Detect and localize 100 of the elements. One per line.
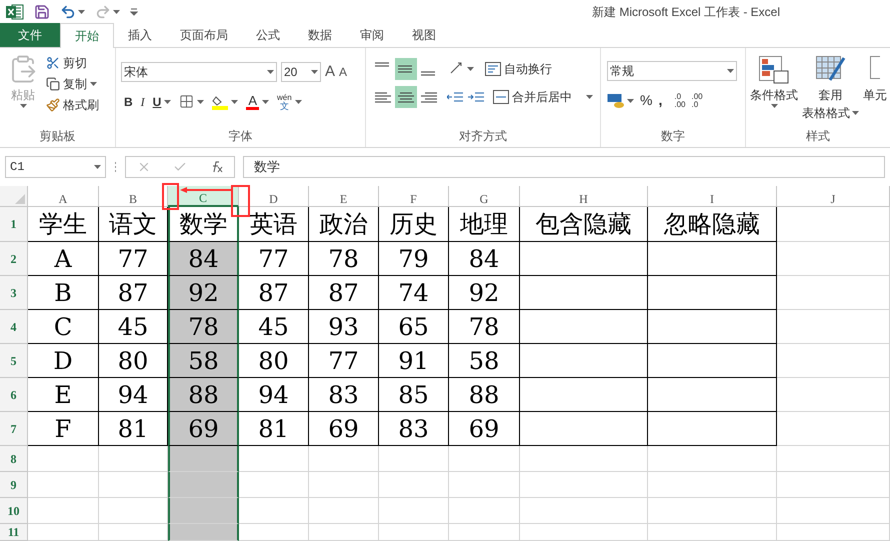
font-size-field[interactable]: 20	[281, 62, 321, 82]
table-cell: 数学	[168, 207, 239, 242]
table-cell: 78	[168, 310, 239, 344]
decrease-decimal-button[interactable]: .00 .0	[691, 92, 703, 108]
column-header[interactable]: D	[239, 186, 309, 207]
table-cell: 历史	[379, 207, 449, 242]
font-color-button[interactable]: A	[246, 94, 260, 110]
increase-indent-icon[interactable]	[468, 91, 484, 103]
number-format-field[interactable]: 常规	[607, 61, 737, 81]
row-header[interactable]: 10	[0, 498, 28, 524]
align-lines-icon	[398, 92, 414, 102]
ribbon-tab[interactable]: 审阅	[346, 23, 398, 47]
table-cell: D	[28, 344, 99, 378]
percent-button[interactable]: %	[640, 90, 652, 111]
align-lines-icon	[421, 92, 437, 102]
bold-button[interactable]: B	[124, 92, 133, 110]
copy-button[interactable]: 复制	[46, 75, 99, 93]
dropdown-caret-icon	[262, 100, 270, 104]
table-cell: A	[28, 242, 99, 276]
grow-font-button[interactable]: A	[325, 61, 336, 84]
conditional-format-button[interactable]: 条件格式	[750, 56, 798, 122]
row-header[interactable]: 6	[0, 378, 28, 412]
table-cell: 58	[449, 344, 520, 378]
align-center-button[interactable]	[395, 86, 417, 108]
formula-field[interactable]: 数学	[243, 156, 885, 178]
shrink-font-button[interactable]: A	[339, 63, 348, 82]
row-header[interactable]: 1	[0, 207, 28, 242]
dropdown-caret-icon	[852, 111, 859, 115]
column-header[interactable]: I	[648, 186, 777, 207]
table-cell: 语文	[99, 207, 168, 242]
name-box[interactable]: C1	[5, 156, 106, 178]
table-cell: 85	[379, 378, 449, 412]
customize-toolbar-icon[interactable]	[130, 8, 138, 16]
highlight-frame	[162, 183, 179, 210]
middle-align-button[interactable]	[395, 58, 417, 80]
column-header[interactable]: F	[379, 186, 449, 207]
dropdown-caret-icon	[113, 10, 120, 14]
table-cell: F	[28, 412, 99, 446]
fill-color-icon[interactable]	[212, 94, 228, 110]
table-cell: 87	[99, 276, 168, 310]
group-label: 对齐方式	[459, 128, 507, 145]
file-tab[interactable]: 文件	[0, 23, 60, 47]
row-header[interactable]: 11	[0, 524, 28, 541]
table-cell: 81	[99, 412, 168, 446]
window-title: 新建 Microsoft Excel 工作表 - Excel	[592, 4, 780, 21]
undo-icon[interactable]	[60, 4, 76, 20]
excel-logo-icon[interactable]	[6, 4, 24, 20]
currency-icon[interactable]	[607, 92, 625, 108]
table-cell: 45	[239, 310, 309, 344]
align-lines-icon	[375, 62, 391, 67]
format-as-table-button[interactable]: 套用 表格格式	[802, 56, 859, 122]
ribbon-tab[interactable]: 视图	[398, 23, 450, 47]
increase-decimal-button[interactable]: .0 .00	[674, 92, 686, 108]
merge-center-button[interactable]: 合并后居中	[493, 88, 593, 106]
italic-button[interactable]: I	[140, 92, 145, 110]
borders-icon[interactable]	[179, 94, 194, 109]
row-header[interactable]: 9	[0, 472, 28, 498]
dropdown-caret-icon	[770, 104, 778, 108]
table-cell: 80	[239, 344, 309, 378]
ribbon-tab[interactable]: 插入	[114, 23, 166, 47]
column-header[interactable]: B	[99, 186, 168, 207]
table-cell: 80	[99, 344, 168, 378]
wrap-text-button[interactable]: 自动换行	[485, 60, 552, 78]
format-painter-button[interactable]: 格式刷	[46, 96, 99, 114]
decrease-indent-icon[interactable]	[447, 91, 463, 103]
row-header[interactable]: 4	[0, 310, 28, 344]
group-label: 字体	[228, 128, 252, 145]
column-header[interactable]: A	[28, 186, 99, 207]
conditional-format-icon	[759, 56, 789, 84]
row-header[interactable]: 3	[0, 276, 28, 310]
row-header[interactable]: 2	[0, 242, 28, 276]
comma-button[interactable]: ,	[658, 90, 662, 111]
underline-button[interactable]: U	[152, 92, 162, 110]
dropdown-caret-icon	[467, 67, 474, 71]
ribbon-tab[interactable]: 开始	[60, 23, 114, 48]
font-name-field[interactable]: 宋体	[121, 62, 277, 82]
arrow	[180, 187, 231, 193]
save-icon[interactable]	[34, 4, 50, 20]
table-cell: 45	[99, 310, 168, 344]
row-header[interactable]: 7	[0, 412, 28, 446]
column-header[interactable]: J	[777, 186, 890, 207]
dropdown-caret-icon	[94, 165, 101, 169]
table-cell: C	[28, 310, 99, 344]
column-header[interactable]: H	[520, 186, 648, 207]
phonetic-button[interactable]: wén 文	[277, 92, 292, 110]
cell-styles-button[interactable]: 单元	[863, 56, 887, 122]
table-cell: 83	[379, 412, 449, 446]
cut-button[interactable]: 剪切	[46, 54, 99, 72]
ribbon-tab[interactable]: 公式	[242, 23, 294, 47]
table-cell: 92	[168, 276, 239, 310]
ribbon-tab[interactable]: 数据	[294, 23, 346, 47]
row-header[interactable]: 5	[0, 344, 28, 378]
row-header[interactable]: 8	[0, 446, 28, 472]
ribbon-tab[interactable]: 页面布局	[166, 23, 242, 47]
column-header[interactable]: G	[449, 186, 520, 207]
table-cell: 英语	[239, 207, 309, 242]
column-header[interactable]: E	[309, 186, 379, 207]
table-cell: 77	[239, 242, 309, 276]
dropdown-caret-icon	[627, 98, 634, 102]
table-cell: 84	[168, 242, 239, 276]
